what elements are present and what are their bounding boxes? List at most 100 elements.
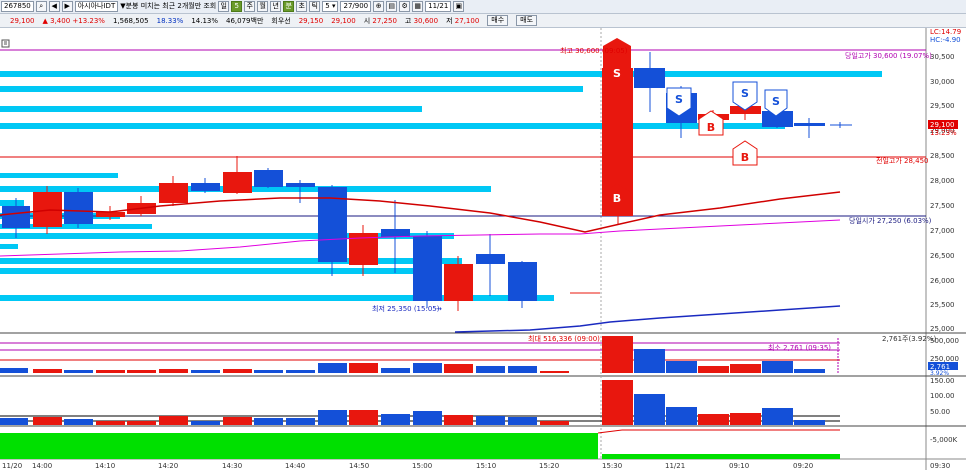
low-marker-label: 최저 25,350 (15:05) (372, 304, 440, 313)
ratio-1: 18.33% (156, 16, 184, 25)
svg-text:14:40: 14:40 (285, 462, 305, 470)
candle (191, 183, 220, 191)
signal-sell: S (772, 95, 780, 108)
day-open-label: 당일시가 27,250 (6.03%) (849, 216, 932, 225)
svg-text:15:20: 15:20 (539, 462, 559, 470)
stock-code-input[interactable]: 267850 (1, 1, 34, 12)
svg-text:15:10: 15:10 (476, 462, 496, 470)
query-hint: ▼분봉 미치는 최근 2개월만 조회 (120, 2, 217, 10)
buy-button[interactable]: 매수 (487, 15, 509, 26)
current-price: 29,100 (10, 16, 35, 25)
quote-bar: 29,100 ▲ 3,400 +13.23% 1,568,505 18.33% … (0, 14, 966, 28)
svg-text:14:30: 14:30 (222, 462, 242, 470)
period-month[interactable]: 월 (257, 1, 269, 12)
candle (254, 170, 283, 187)
svg-text:30,000: 30,000 (930, 78, 955, 86)
search-icon[interactable]: ⌕ (35, 1, 47, 12)
candle (2, 206, 30, 228)
svg-text:15:00: 15:00 (412, 462, 432, 470)
stock-chart[interactable]: S S S S B B B 최고 30,600 (09:05) 최저 25,35… (0, 28, 966, 470)
interval-select[interactable]: 5 ▾ (322, 1, 339, 12)
svg-text:28,000: 28,000 (930, 177, 955, 185)
high-marker-label: 최고 30,600 (09:05) (560, 46, 628, 55)
prev-high-label: 전일고가 28,450 (876, 156, 928, 165)
vol-max-label: 최대 516,336 (09:00) (528, 334, 600, 343)
preferred-label: 회우선 (271, 16, 291, 25)
open-price: 시 27,250 (363, 16, 397, 25)
stock-name: 아시아나IDT (74, 1, 119, 12)
signal-sell: S (613, 67, 621, 80)
period-5[interactable]: 5 (231, 1, 243, 12)
period-year[interactable]: 년 (270, 1, 282, 12)
period-minute[interactable]: 분 (283, 1, 295, 12)
candle (413, 236, 442, 301)
svg-text:11/21: 11/21 (665, 462, 685, 470)
signal-buy: B (613, 192, 621, 205)
chart-toolbar: 267850 ⌕ ◀ ▶ 아시아나IDT ▼분봉 미치는 최근 2개월만 조회 … (0, 0, 966, 14)
signal-buy: B (707, 121, 715, 134)
high-price: 고 30,600 (404, 16, 439, 25)
period-second[interactable]: 초 (296, 1, 308, 12)
svg-text:11/20: 11/20 (2, 462, 22, 470)
low-price: 저 27,100 (446, 16, 480, 25)
signal-sell: S (741, 87, 749, 100)
candle (508, 262, 537, 301)
candle (476, 254, 505, 264)
svg-text:-5,000K: -5,000K (930, 436, 958, 444)
prev-arrow-icon[interactable]: ◀ (48, 1, 60, 12)
day-high-label: 당일고가 30,600 (19.07%) (845, 51, 932, 60)
period-week[interactable]: 주 (244, 1, 256, 12)
svg-text:500,000: 500,000 (930, 337, 959, 345)
volume-value: 1,568,505 (112, 16, 149, 25)
signal-buy: B (741, 151, 749, 164)
svg-text:30,500: 30,500 (930, 53, 955, 61)
svg-text:26,000: 26,000 (930, 277, 955, 285)
candle (381, 229, 410, 237)
zoom-icon[interactable]: ⊕ (373, 1, 385, 12)
svg-text:29,500: 29,500 (930, 102, 955, 110)
svg-text:250,000: 250,000 (930, 355, 959, 363)
vol-right-label: 2,761주(3.92%) (882, 335, 936, 343)
period-tick[interactable]: 틱 (309, 1, 321, 12)
period-day[interactable]: 일 (218, 1, 230, 12)
candle (286, 183, 315, 187)
current-pct-tag: 13.23% (930, 129, 957, 137)
svg-text:25,000: 25,000 (930, 325, 955, 333)
svg-text:09:30: 09:30 (930, 462, 950, 470)
svg-text:14:20: 14:20 (158, 462, 178, 470)
pref-price-1: 29,150 (298, 16, 324, 25)
date-field[interactable]: 11/21 (425, 1, 452, 12)
svg-text:26,500: 26,500 (930, 252, 955, 260)
candle (794, 123, 825, 126)
svg-text:14:10: 14:10 (95, 462, 115, 470)
svg-text:27,000: 27,000 (930, 227, 955, 235)
svg-text:100.00: 100.00 (930, 392, 955, 400)
settings-icon[interactable]: ⚙ (399, 1, 411, 12)
change-value: ▲ 3,400 +13.23% (42, 16, 105, 25)
candle (64, 192, 93, 224)
lc-label: LC:14.79 (930, 28, 961, 36)
trade-amount: 46,079백만 (226, 16, 264, 25)
signal-sell: S (675, 93, 683, 106)
ratio-2: 14.13% (191, 16, 219, 25)
pref-price-2: 29,100 (331, 16, 356, 25)
next-arrow-icon[interactable]: ▶ (61, 1, 73, 12)
candle (634, 68, 665, 88)
svg-text:27,500: 27,500 (930, 202, 955, 210)
date-picker-icon[interactable]: ▣ (453, 1, 465, 12)
svg-text:14:50: 14:50 (349, 462, 369, 470)
candle (96, 212, 125, 217)
svg-text:14:00: 14:00 (32, 462, 52, 470)
sell-button[interactable]: 매도 (516, 15, 538, 26)
svg-text:28,500: 28,500 (930, 152, 955, 160)
count-field[interactable]: 27/900 (340, 1, 372, 12)
svg-text:09:10: 09:10 (729, 462, 749, 470)
candle (159, 183, 188, 203)
current-price-tag: 29,100 (930, 121, 955, 129)
save-icon[interactable]: ▤ (386, 1, 398, 12)
candle (223, 172, 252, 193)
vol-min-label: 최소 2,761 (09:35) (768, 343, 831, 352)
calendar-icon[interactable]: ▦ (412, 1, 424, 12)
svg-text:→: → (436, 305, 442, 313)
svg-text:15:30: 15:30 (602, 462, 622, 470)
